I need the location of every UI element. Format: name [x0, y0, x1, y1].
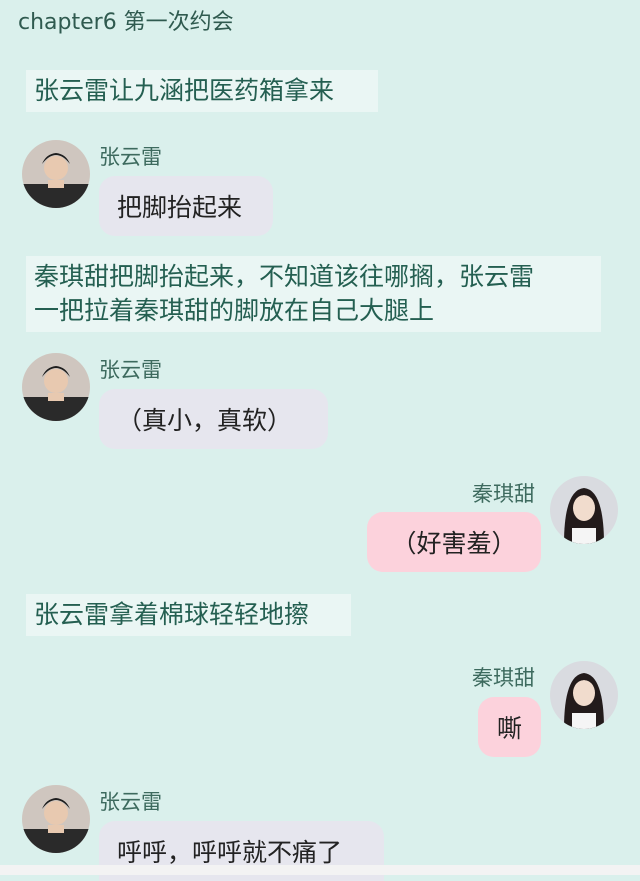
message-bubble: （好害羞） — [367, 512, 541, 572]
narration-text: 张云雷让九涵把医药箱拿来 — [34, 76, 335, 105]
narration-line: 秦琪甜把脚抬起来，不知道该往哪搁，张云雷 — [34, 262, 535, 291]
message-text: 呼呼，呼呼就不痛了 — [117, 838, 343, 867]
sender-name: 秦琪甜 — [472, 666, 535, 690]
female-avatar-icon[interactable] — [550, 476, 618, 544]
sender-name: 张云雷 — [99, 790, 162, 814]
message-text: 把脚抬起来 — [117, 193, 243, 222]
message-bubble: 嘶 — [478, 697, 541, 757]
male-avatar-icon[interactable] — [22, 353, 90, 421]
sender-name: 张云雷 — [99, 358, 162, 382]
chapter-title: chapter6 第一次约会 — [18, 10, 234, 35]
message-text: （真小，真软） — [117, 406, 293, 435]
female-avatar-icon[interactable] — [550, 661, 618, 729]
male-avatar-icon[interactable] — [22, 785, 90, 853]
message-bubble: 把脚抬起来 — [99, 176, 273, 236]
sender-name: 秦琪甜 — [472, 482, 535, 506]
male-avatar-icon[interactable] — [22, 140, 90, 208]
sender-name: 张云雷 — [99, 145, 162, 169]
message-text: （好害羞） — [391, 529, 517, 558]
narration-box: 秦琪甜把脚抬起来，不知道该往哪搁，张云雷 一把拉着秦琪甜的脚放在自己大腿上 — [26, 256, 601, 332]
narration-box: 张云雷拿着棉球轻轻地擦 — [26, 594, 351, 636]
message-bubble: （真小，真软） — [99, 389, 328, 449]
narration-text: 张云雷拿着棉球轻轻地擦 — [34, 600, 310, 629]
bottom-bar — [0, 865, 640, 875]
narration-line: 一把拉着秦琪甜的脚放在自己大腿上 — [34, 296, 435, 325]
narration-box: 张云雷让九涵把医药箱拿来 — [26, 70, 378, 112]
message-text: 嘶 — [496, 714, 522, 743]
